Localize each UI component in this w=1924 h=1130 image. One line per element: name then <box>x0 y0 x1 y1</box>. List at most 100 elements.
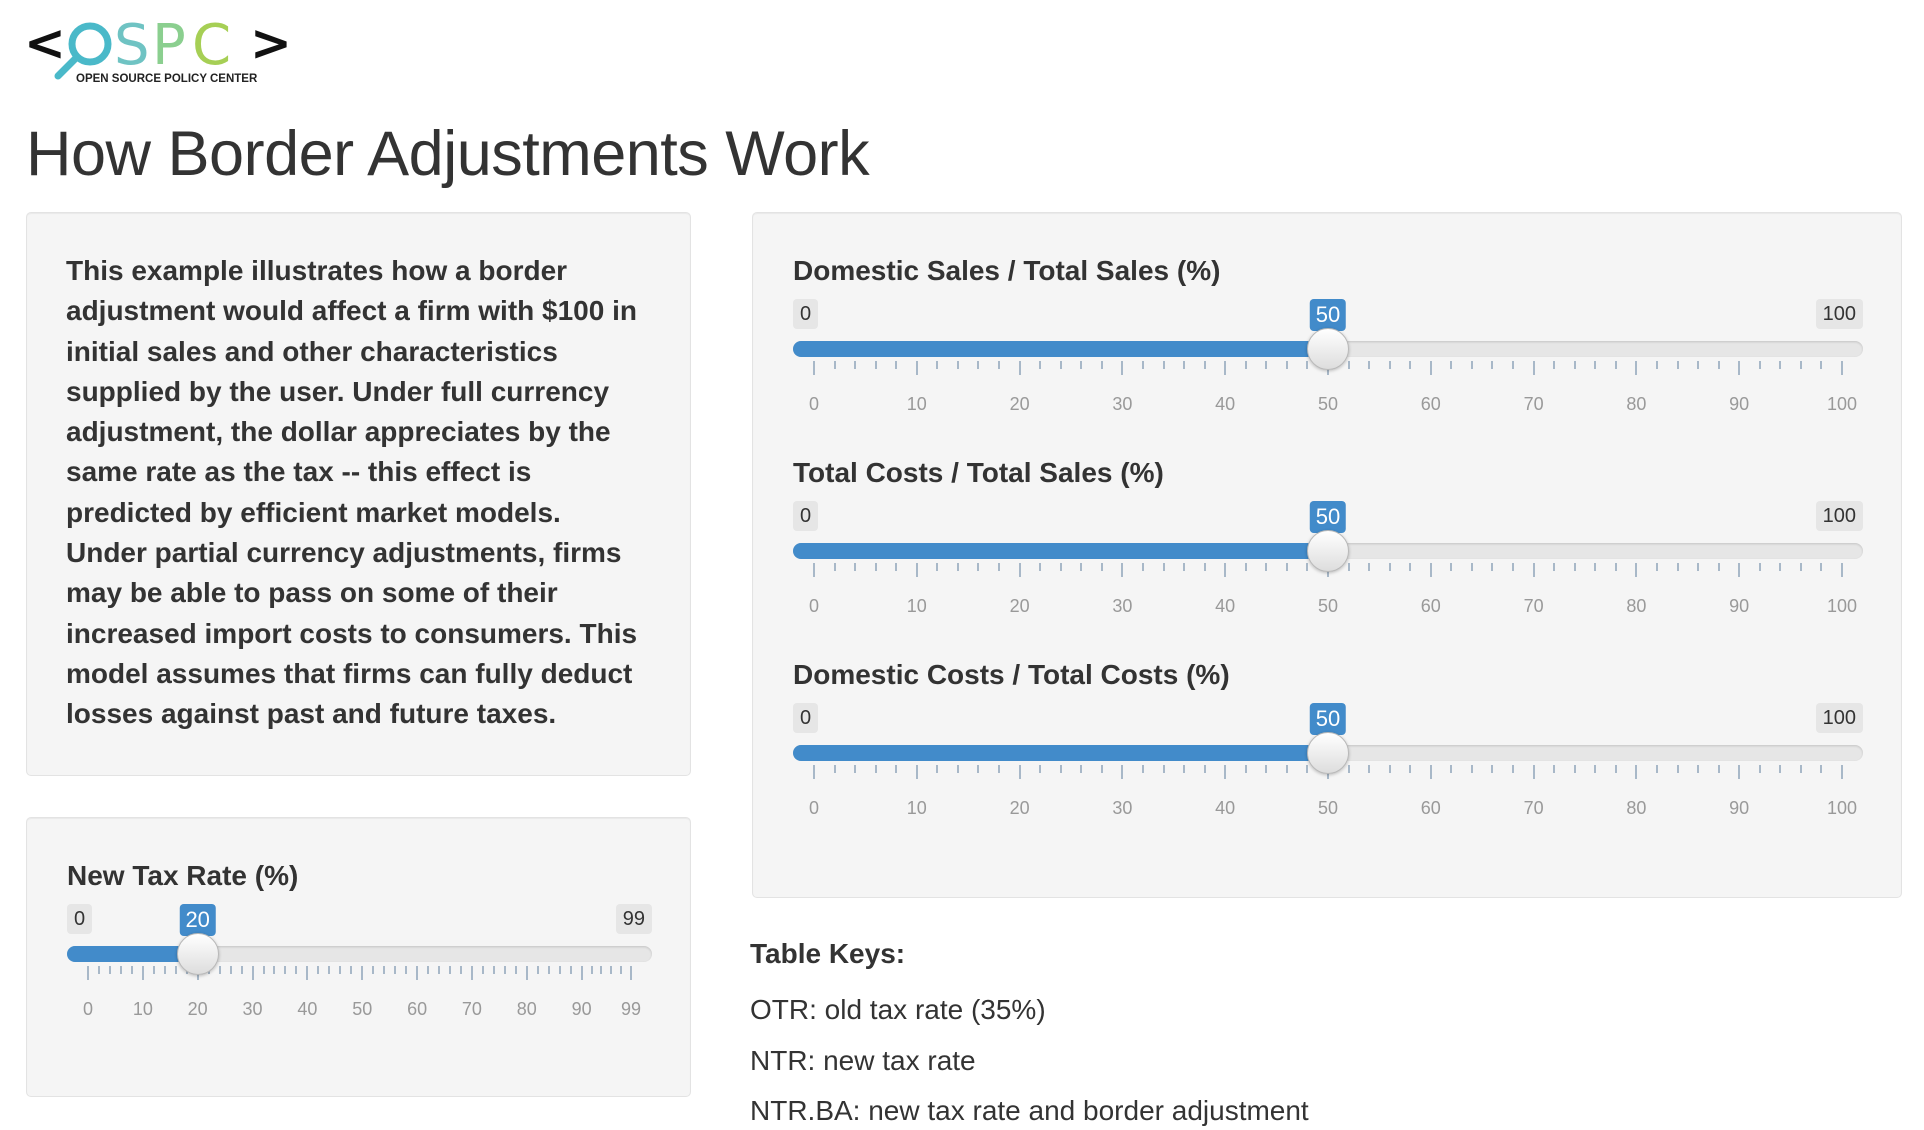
tick-minor <box>895 765 898 773</box>
intro-line: model assumes that firms can fully deduc… <box>66 657 633 689</box>
tick-minor <box>394 966 397 974</box>
total-costs-label: Total Costs / Total Sales (%) <box>793 457 1164 488</box>
intro-line: supplied by the user. Under full currenc… <box>66 375 610 407</box>
tick-minor <box>1203 361 1206 369</box>
tick-minor <box>956 563 959 571</box>
tick-minor <box>1758 765 1761 773</box>
tick-minor <box>977 563 980 571</box>
tick-minor <box>590 966 593 974</box>
tick-minor <box>130 966 133 974</box>
table-key-ntr: NTR: new tax rate <box>750 1045 976 1076</box>
tick-minor <box>1162 361 1165 369</box>
tick-major <box>1429 765 1432 779</box>
tick-minor <box>492 966 495 974</box>
tick-minor <box>1306 361 1309 369</box>
tick-minor <box>1450 361 1453 369</box>
tick-minor <box>1614 361 1617 369</box>
tick-minor <box>1203 765 1206 773</box>
tick-label: 20 <box>1009 596 1030 616</box>
tick-minor <box>218 966 221 974</box>
intro-line: This example illustrates how a border <box>66 255 568 286</box>
total-costs-slider[interactable]: 0 100 50 0 10 20 30 40 50 60 70 80 90 100 <box>793 501 1863 616</box>
tick-label: 50 <box>1317 394 1339 414</box>
tick-minor <box>97 966 100 974</box>
svg-text:<: < <box>24 14 66 72</box>
tick-minor <box>1553 361 1556 369</box>
total-costs-handle[interactable] <box>1307 530 1349 572</box>
domestic-sales-label: Domestic Sales / Total Sales (%) <box>793 255 1221 286</box>
tick-minor <box>1388 765 1391 773</box>
tick-minor <box>1655 563 1658 571</box>
tick-label: 70 <box>461 999 482 1019</box>
tick-minor <box>1368 361 1371 369</box>
tax-rate-panel: New Tax Rate (%) 0 99 20 0 10 20 30 40 50 60 70 80 9… <box>26 817 691 1097</box>
tick-minor <box>262 966 265 974</box>
tick-minor <box>1594 563 1597 571</box>
tick-minor <box>547 966 550 974</box>
domestic-costs-slider[interactable]: 0 100 50 0 10 20 30 40 50 60 70 80 90 100 <box>793 703 1863 818</box>
tick-minor <box>1059 361 1062 369</box>
tick-minor <box>1820 765 1823 773</box>
tick-major <box>1224 361 1227 375</box>
tick-label: 10 <box>906 798 927 818</box>
tick-label: 0 <box>808 798 820 818</box>
ratios-panel: Domestic Sales / Total Sales (%) 0 100 50 0… <box>752 212 1902 898</box>
tick-minor <box>163 966 166 974</box>
tick-minor <box>119 966 122 974</box>
tick-minor <box>1758 361 1761 369</box>
tax-rate-label: New Tax Rate (%) <box>67 860 299 891</box>
tick-minor <box>956 361 959 369</box>
tick-minor <box>874 361 877 369</box>
tick-label: 40 <box>1215 596 1236 616</box>
tick-minor <box>1655 765 1658 773</box>
domestic-sales-slider[interactable]: 0 100 50 0 10 20 30 40 50 60 70 80 90 100 <box>793 299 1863 414</box>
tick-major <box>1121 765 1124 779</box>
tick-major <box>915 361 918 375</box>
domestic-sales-handle[interactable] <box>1307 328 1349 370</box>
total-costs-value-label: 50 <box>1309 501 1347 533</box>
tick-minor <box>1039 361 1042 369</box>
tick-minor <box>1100 765 1103 773</box>
tick-label: 100 <box>1826 596 1858 616</box>
tick-major <box>1738 563 1741 577</box>
tick-minor <box>174 966 177 974</box>
tick-minor <box>1470 563 1473 571</box>
tick-major <box>813 361 815 375</box>
tick-minor <box>1244 563 1247 571</box>
tick-minor <box>1203 563 1206 571</box>
tick-minor <box>1388 563 1391 571</box>
tick-minor <box>854 361 857 369</box>
tick-minor <box>1553 563 1556 571</box>
tick-minor <box>1491 563 1494 571</box>
tick-major <box>915 765 918 779</box>
tax-rate-slider[interactable]: 0 99 20 0 10 20 30 40 50 60 70 80 90 99 <box>67 904 652 1019</box>
domestic-costs-handle[interactable] <box>1307 732 1349 774</box>
tick-major <box>306 966 309 980</box>
tick-minor <box>998 563 1001 571</box>
tick-minor <box>1039 765 1042 773</box>
tick-major <box>1429 563 1432 577</box>
tick-minor <box>1265 361 1268 369</box>
svg-text:S: S <box>114 14 150 78</box>
tick-major <box>1532 765 1535 779</box>
tick-major <box>1018 765 1021 779</box>
tick-minor <box>1059 563 1062 571</box>
tick-minor <box>833 361 836 369</box>
tick-label: 80 <box>1626 394 1647 414</box>
domestic-costs-label: Domestic Costs / Total Costs (%) <box>793 659 1230 690</box>
tick-minor <box>833 563 836 571</box>
tick-label: 80 <box>1626 798 1647 818</box>
intro-line: predicted by efficient market models. <box>66 496 561 528</box>
tick-minor <box>936 765 939 773</box>
tick-minor <box>874 563 877 571</box>
tick-minor <box>1697 361 1700 369</box>
tax-rate-handle[interactable] <box>176 933 219 975</box>
tick-major <box>87 966 89 980</box>
tick-minor <box>1779 361 1782 369</box>
tick-minor <box>1614 563 1617 571</box>
svg-text:C: C <box>192 14 231 78</box>
tick-label: 60 <box>1420 798 1441 818</box>
tick-minor <box>895 563 898 571</box>
tick-label: 40 <box>297 999 318 1019</box>
intro-line: initial sales and other characteristics <box>66 335 558 367</box>
